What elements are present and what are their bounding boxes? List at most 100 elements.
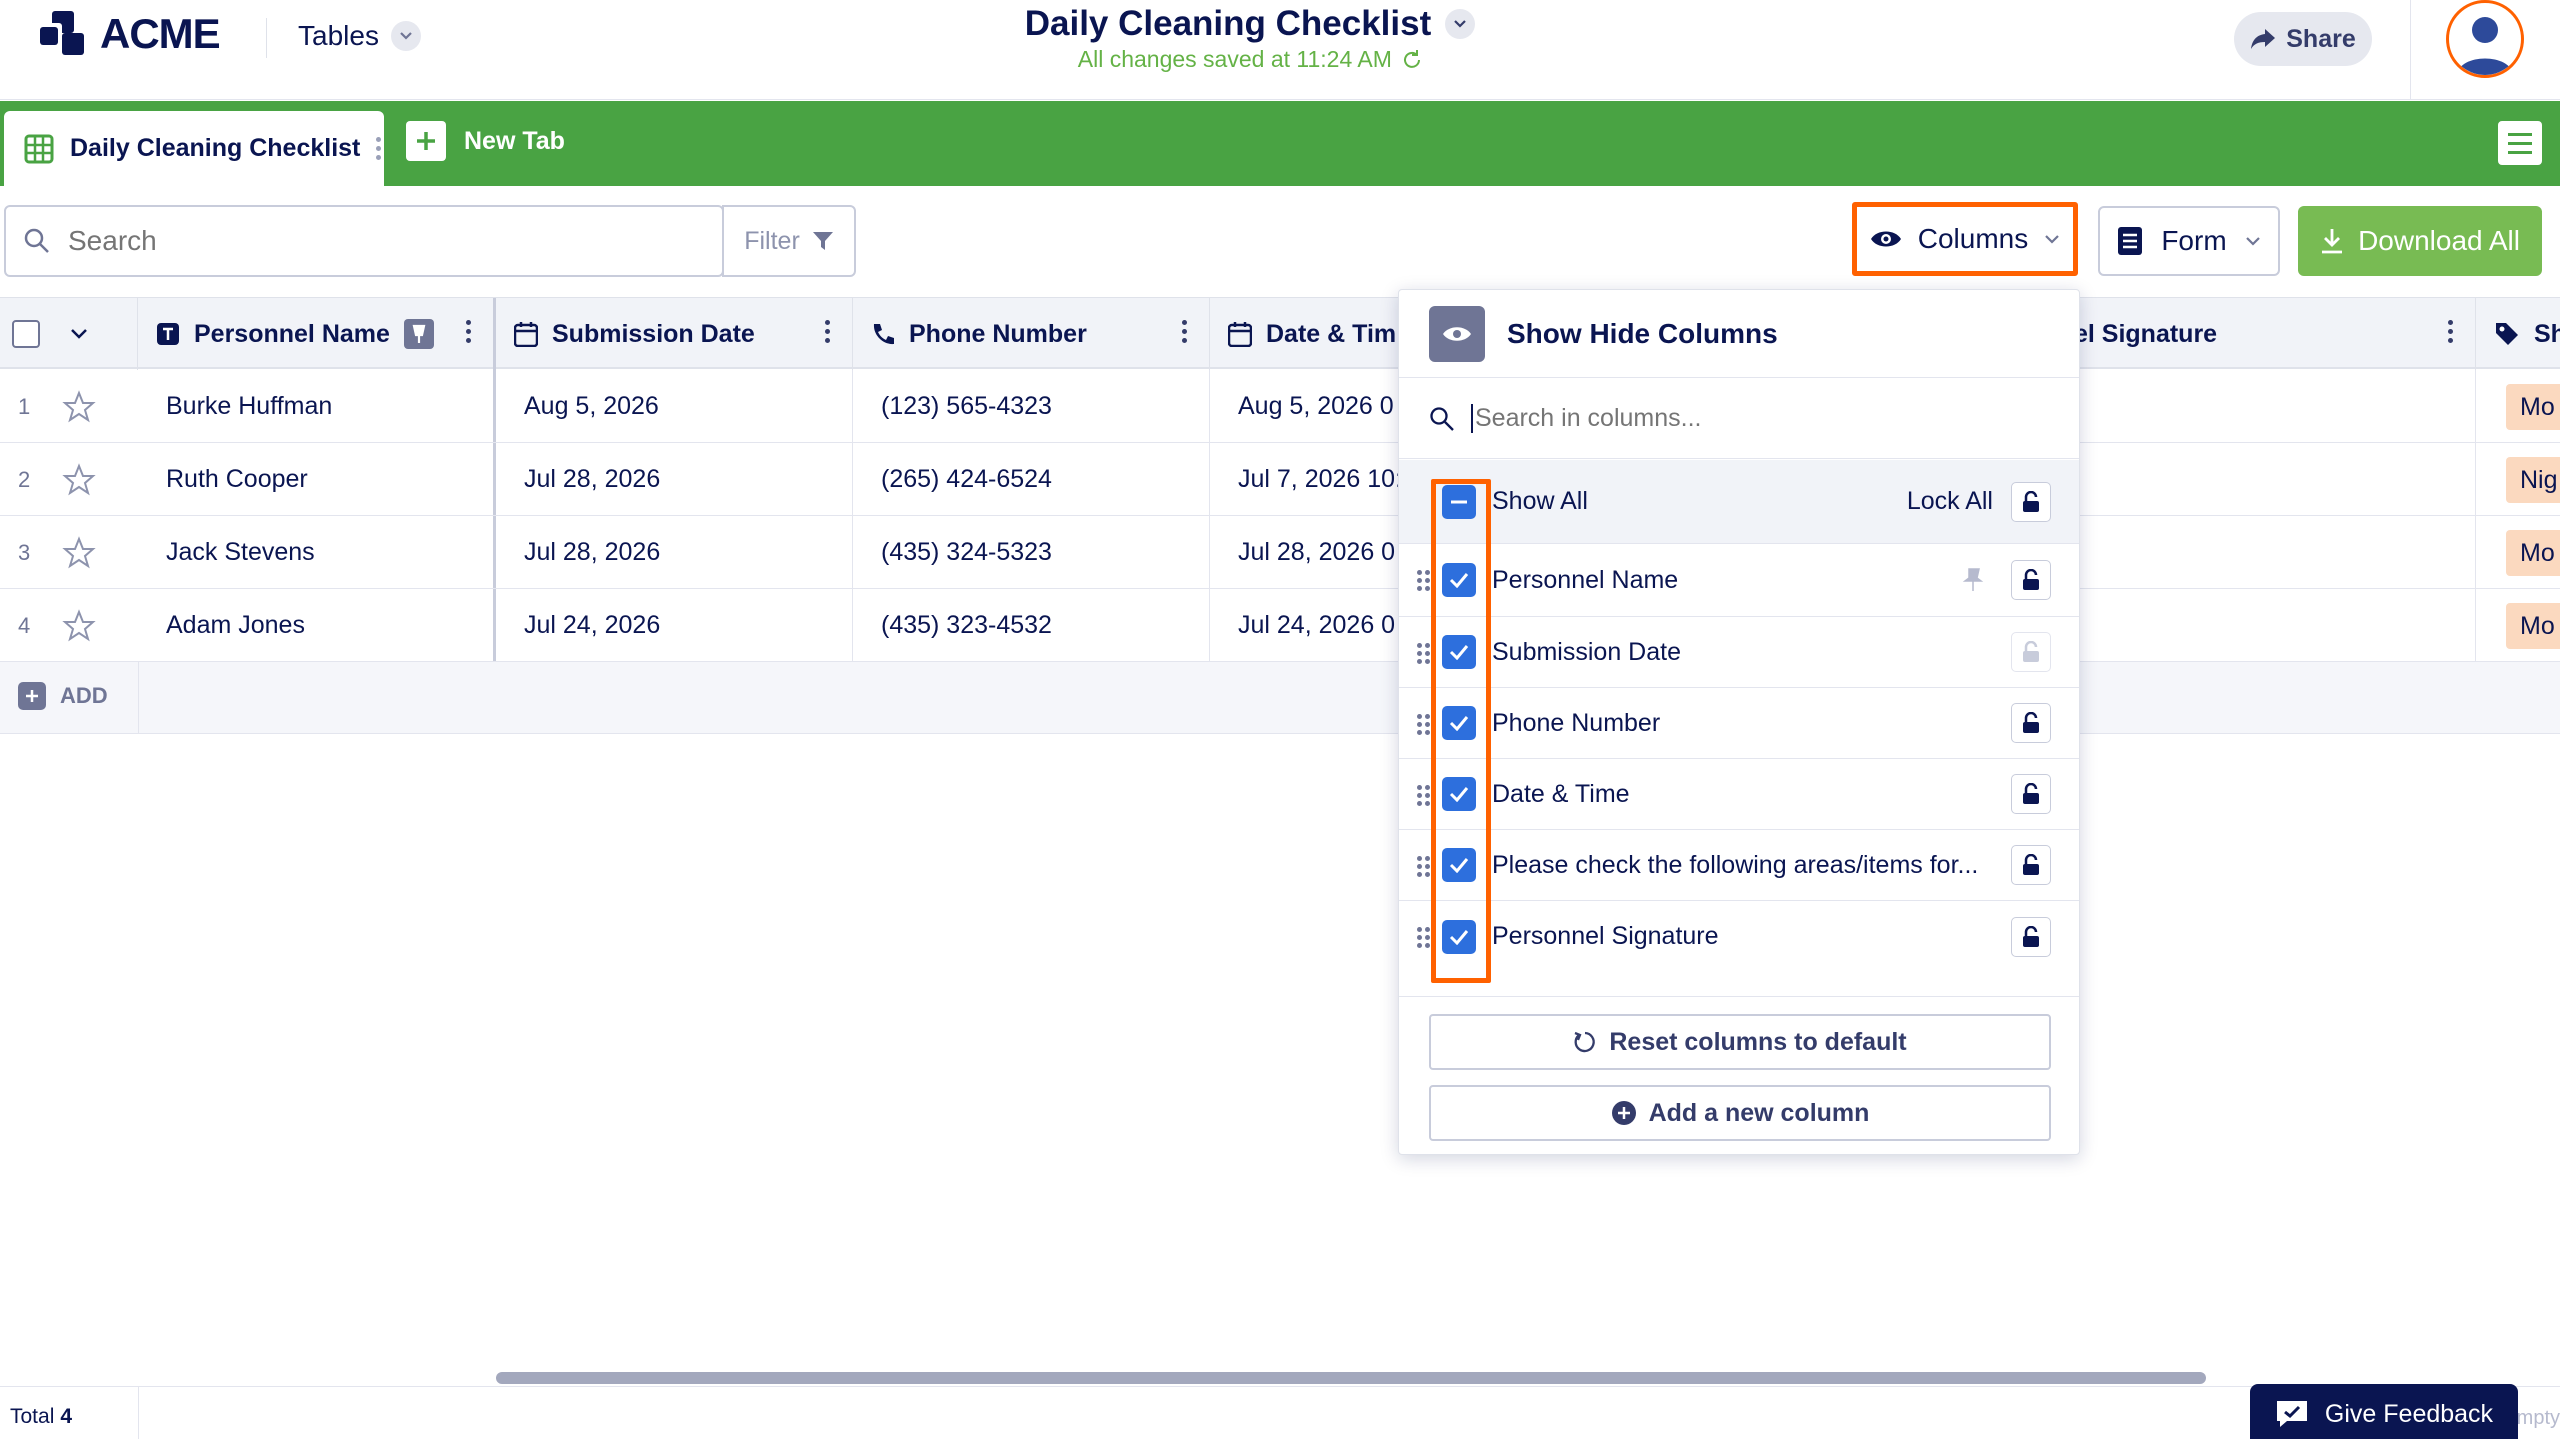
- cell-personnel-signature[interactable]: [2070, 589, 2476, 661]
- shift-badge: Mo: [2506, 384, 2560, 430]
- column-option[interactable]: Submission Date: [1399, 617, 2079, 688]
- avatar[interactable]: [2446, 0, 2524, 78]
- column-option-label: Personnel Name: [1492, 565, 1679, 594]
- cell-phone-number[interactable]: (123) 565-4323: [853, 370, 1210, 442]
- column-options-icon[interactable]: [2448, 320, 2453, 343]
- column-header-personnel-signature[interactable]: el Signature: [2070, 298, 2476, 370]
- star-icon[interactable]: [62, 463, 96, 497]
- reset-columns-button[interactable]: Reset columns to default: [1429, 1014, 2051, 1070]
- user-icon: [2457, 17, 2513, 75]
- drag-handle-icon[interactable]: [1417, 570, 1430, 591]
- form-title-dropdown[interactable]: Daily Cleaning Checklist: [1025, 4, 1476, 44]
- table-row[interactable]: 3 Jack Stevens Jul 28, 2026 (435) 324-53…: [0, 516, 2560, 589]
- pin-icon[interactable]: [403, 319, 434, 349]
- table-row[interactable]: 2 Ruth Cooper Jul 28, 2026 (265) 424-652…: [0, 443, 2560, 516]
- column-header-shift[interactable]: Sh: [2476, 298, 2560, 370]
- download-all-button[interactable]: Download All: [2298, 206, 2542, 276]
- give-feedback-button[interactable]: Give Feedback: [2250, 1384, 2518, 1439]
- cell-personnel-name[interactable]: Ruth Cooper: [138, 443, 496, 515]
- calendar-icon: [514, 322, 538, 347]
- lock-button[interactable]: [2011, 774, 2051, 814]
- column-option[interactable]: Personnel Signature: [1399, 901, 2079, 972]
- drag-handle-icon[interactable]: [1417, 785, 1430, 806]
- column-checkbox[interactable]: [1442, 635, 1476, 669]
- cell-personnel-name[interactable]: Burke Huffman: [138, 370, 496, 442]
- column-checkbox[interactable]: [1442, 563, 1476, 597]
- lock-button[interactable]: [2011, 703, 2051, 743]
- drag-handle-icon[interactable]: [1417, 714, 1430, 735]
- lock-button[interactable]: [2011, 845, 2051, 885]
- lock-all-label: Lock All: [1906, 487, 1993, 515]
- column-option[interactable]: Personnel Name: [1399, 544, 2079, 617]
- column-options-icon[interactable]: [1182, 320, 1187, 343]
- table-row[interactable]: 1 Burke Huffman Aug 5, 2026 (123) 565-43…: [0, 370, 2560, 443]
- cell-personnel-signature[interactable]: [2070, 443, 2476, 515]
- drag-handle-icon[interactable]: [1417, 856, 1430, 877]
- cell-submission-date[interactable]: Aug 5, 2026: [496, 370, 853, 442]
- cell-submission-date[interactable]: Jul 28, 2026: [496, 516, 853, 588]
- tab-options-icon[interactable]: [376, 137, 382, 160]
- row-number: 1: [18, 394, 31, 419]
- download-icon: [2322, 229, 2343, 254]
- new-tab-button[interactable]: New Tab: [406, 121, 565, 161]
- star-icon[interactable]: [62, 390, 96, 424]
- add-new-column-button[interactable]: Add a new column: [1429, 1085, 2051, 1141]
- pin-icon[interactable]: [1961, 567, 1985, 593]
- search-box[interactable]: [4, 205, 724, 277]
- lock-button[interactable]: [2011, 916, 2051, 957]
- cell-phone-number[interactable]: (435) 323-4532: [853, 589, 1210, 661]
- tab-daily-cleaning-checklist[interactable]: Daily Cleaning Checklist: [4, 111, 384, 186]
- column-option[interactable]: Date & Time: [1399, 759, 2079, 830]
- column-checkbox[interactable]: [1442, 919, 1476, 954]
- cell-submission-date[interactable]: Jul 28, 2026: [496, 443, 853, 515]
- star-icon[interactable]: [62, 609, 96, 643]
- filter-button[interactable]: Filter: [722, 205, 856, 277]
- drag-handle-icon[interactable]: [1417, 927, 1430, 948]
- column-header-phone-number[interactable]: Phone Number: [853, 298, 1210, 370]
- lock-all-button[interactable]: [2011, 481, 2051, 522]
- lock-icon: [2023, 641, 2039, 662]
- add-row-button[interactable]: ADD: [18, 682, 108, 710]
- feedback-icon: [2276, 1401, 2307, 1427]
- form-button[interactable]: Form: [2098, 206, 2280, 276]
- cell-submission-date[interactable]: Jul 24, 2026: [496, 589, 853, 661]
- lock-button[interactable]: [2011, 560, 2051, 600]
- share-button[interactable]: Share: [2234, 12, 2372, 66]
- lock-button[interactable]: [2011, 632, 2051, 672]
- column-checkbox[interactable]: [1442, 706, 1476, 740]
- cell-phone-number[interactable]: (265) 424-6524: [853, 443, 1210, 515]
- cell-personnel-name[interactable]: Adam Jones: [138, 589, 496, 661]
- column-search[interactable]: [1399, 379, 2079, 459]
- show-all-checkbox[interactable]: [1442, 485, 1476, 519]
- star-icon[interactable]: [62, 536, 96, 570]
- column-header-personnel-name[interactable]: Personnel Name: [138, 298, 496, 370]
- column-option[interactable]: Please check the following areas/items f…: [1399, 830, 2079, 901]
- column-options-icon[interactable]: [825, 320, 830, 343]
- cell-personnel-signature[interactable]: [2070, 516, 2476, 588]
- hamburger-menu-button[interactable]: [2498, 121, 2542, 165]
- lock-icon: [2023, 712, 2039, 733]
- select-all-checkbox[interactable]: [12, 320, 40, 348]
- header-divider: [2410, 0, 2411, 100]
- empty-indicator: mpty: [2516, 1407, 2560, 1429]
- drag-handle-icon[interactable]: [1417, 643, 1430, 664]
- columns-button[interactable]: Columns: [1852, 202, 2078, 276]
- lock-icon: [2023, 854, 2039, 875]
- cell-personnel-name[interactable]: Jack Stevens: [138, 516, 496, 588]
- search-input[interactable]: [68, 225, 708, 257]
- table-row[interactable]: 4 Adam Jones Jul 24, 2026 (435) 323-4532…: [0, 589, 2560, 662]
- column-options-icon[interactable]: [466, 320, 471, 343]
- footer-divider: [138, 1387, 139, 1439]
- chevron-down-icon[interactable]: [70, 328, 88, 340]
- cell-personnel-signature[interactable]: [2070, 370, 2476, 442]
- search-icon: [1430, 406, 1454, 431]
- column-option[interactable]: Phone Number: [1399, 688, 2079, 759]
- cell-phone-number[interactable]: (435) 324-5323: [853, 516, 1210, 588]
- column-checkbox[interactable]: [1442, 777, 1476, 811]
- table-grid-icon: [24, 134, 54, 163]
- lock-icon: [2023, 783, 2039, 804]
- column-header-submission-date[interactable]: Submission Date: [496, 298, 853, 370]
- column-checkbox[interactable]: [1442, 848, 1476, 882]
- horizontal-scrollbar[interactable]: [496, 1372, 2206, 1384]
- column-search-input[interactable]: [1471, 404, 2031, 433]
